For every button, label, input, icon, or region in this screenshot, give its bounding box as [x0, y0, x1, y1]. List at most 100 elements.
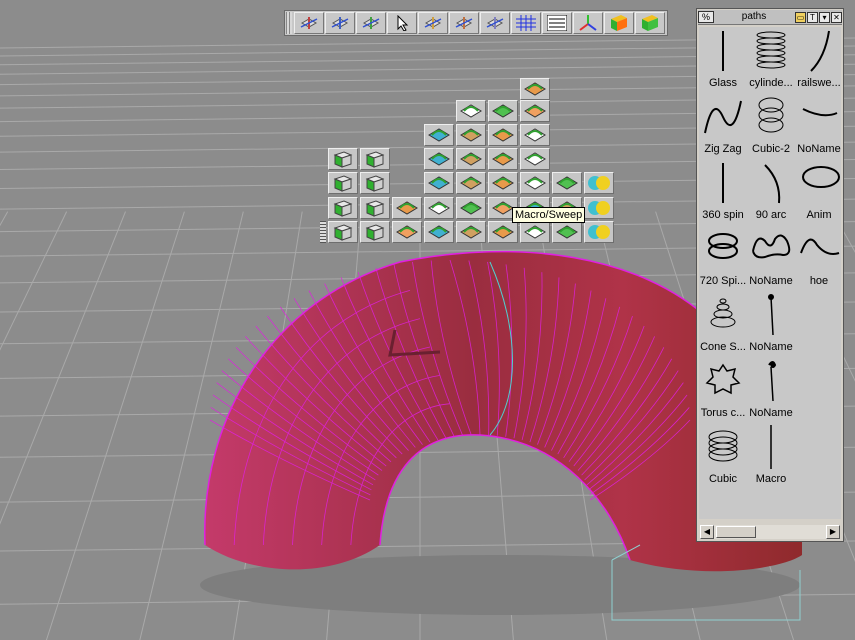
palette-tool-1-0-icon[interactable] [456, 100, 486, 122]
list-icon[interactable] [542, 12, 572, 34]
palette-tool-2-0-icon[interactable] [424, 124, 454, 146]
shaded-cube-icon[interactable] [604, 12, 634, 34]
palette-tool-0-0-icon[interactable] [520, 78, 550, 100]
horizontal-scrollbar[interactable]: ◀ ▶ [700, 525, 840, 539]
path-item[interactable]: Glass [699, 27, 747, 93]
transform-icon[interactable] [480, 12, 510, 34]
palette-tool-6-3-icon[interactable] [424, 221, 454, 243]
paths-titlebar[interactable]: % paths ▭ T ▾ ✕ [698, 10, 842, 25]
palette-tool-1-1-icon[interactable] [488, 100, 518, 122]
pick-object-icon[interactable] [418, 12, 448, 34]
palette-tool-4-4-icon[interactable] [488, 172, 518, 194]
path-item-label: NoName [797, 143, 841, 155]
palette-tool-6-6-icon[interactable] [520, 221, 550, 243]
palette-tool-5-4-icon[interactable] [456, 197, 486, 219]
path-item[interactable]: NoName [747, 357, 795, 423]
palette-grip[interactable] [320, 221, 326, 243]
path-item-label: Macro [755, 473, 787, 485]
palette-tool-6-8-icon[interactable] [584, 221, 614, 243]
palette-tool-6-7-icon[interactable] [552, 221, 582, 243]
path-item[interactable]: 360 spin [699, 159, 747, 225]
palette-tool-4-6-icon[interactable] [552, 172, 582, 194]
palette-tool-4-7-icon[interactable] [584, 172, 614, 194]
palette-tool-4-2-icon[interactable] [424, 172, 454, 194]
path-item[interactable]: NoName [747, 225, 795, 291]
palette-tool-2-1-icon[interactable] [456, 124, 486, 146]
torus-curve-icon [705, 363, 741, 395]
toolbar-grip[interactable] [286, 12, 292, 34]
palette-tool-1-2-icon[interactable] [520, 100, 550, 122]
path-item[interactable]: Macro [747, 423, 795, 489]
macro-line-icon [770, 425, 772, 469]
palette-tool-5-2-icon[interactable] [392, 197, 422, 219]
palette-tool-4-1-icon[interactable] [360, 172, 390, 194]
palette-tool-6-1-icon[interactable] [360, 221, 390, 243]
zigzag-path-icon [704, 100, 742, 134]
line-path-icon [722, 31, 724, 71]
path-item[interactable]: Anim [795, 159, 843, 225]
path-item-label: Zig Zag [704, 143, 742, 155]
paths-panel: % paths ▭ T ▾ ✕ Glass cylinde... railswe..… [696, 8, 844, 542]
scale-tool-icon[interactable] [356, 12, 386, 34]
pick-component-icon[interactable] [449, 12, 479, 34]
path-item[interactable]: 90 arc [747, 159, 795, 225]
select-arrow-icon[interactable] [387, 12, 417, 34]
path-item[interactable]: hoe [795, 225, 843, 291]
double-spiral-icon [708, 233, 738, 259]
palette-tool-5-3-icon[interactable] [424, 197, 454, 219]
cone-spiral-icon [710, 298, 736, 328]
palette-tool-6-4-icon[interactable] [456, 221, 486, 243]
path-item[interactable]: NoName [795, 93, 843, 159]
scroll-thumb[interactable] [716, 526, 756, 538]
palette-tool-3-5-icon[interactable] [520, 148, 550, 170]
scroll-right-icon[interactable]: ▶ [826, 525, 840, 539]
palette-tool-5-0-icon[interactable] [328, 197, 358, 219]
path-item[interactable]: cylinde... [747, 27, 795, 93]
path-item[interactable]: Cubic [699, 423, 747, 489]
wave-loop-icon [752, 234, 791, 259]
palette-tool-5-8-icon[interactable] [584, 197, 614, 219]
palette-tool-4-0-icon[interactable] [328, 172, 358, 194]
text-mode-icon[interactable]: T [807, 11, 818, 23]
panel-menu-icon[interactable]: % [698, 11, 714, 23]
palette-tool-2-3-icon[interactable] [520, 124, 550, 146]
palette-tool-3-3-icon[interactable] [456, 148, 486, 170]
scroll-left-icon[interactable]: ◀ [700, 525, 714, 539]
path-item-label: Anim [806, 209, 832, 221]
palette-tool-6-5-icon[interactable] [488, 221, 518, 243]
folder-icon[interactable]: ▭ [795, 11, 806, 23]
palette-tool-3-0-icon[interactable] [328, 148, 358, 170]
axis-icon[interactable] [573, 12, 603, 34]
path-item-label: 90 arc [755, 209, 787, 221]
palette-tool-3-2-icon[interactable] [424, 148, 454, 170]
path-item[interactable]: railswe... [795, 27, 843, 93]
arc-path-icon [764, 164, 781, 204]
palette-tool-5-1-icon[interactable] [360, 197, 390, 219]
hook-path-icon [802, 108, 838, 117]
rotate-tool-icon[interactable] [325, 12, 355, 34]
palette-tool-3-1-icon[interactable] [360, 148, 390, 170]
path-item[interactable]: Cubic-2 [747, 93, 795, 159]
palette-tool-4-5-icon[interactable] [520, 172, 550, 194]
path-item[interactable]: Torus c... [699, 357, 747, 423]
dock-icon[interactable]: ▾ [819, 11, 830, 23]
palette-tool-2-2-icon[interactable] [488, 124, 518, 146]
shaded-cube-2-icon[interactable] [635, 12, 665, 34]
palette-tool-4-3-icon[interactable] [456, 172, 486, 194]
grid-toggle-icon[interactable] [511, 12, 541, 34]
close-icon[interactable]: ✕ [831, 11, 842, 23]
pin-path-icon [768, 294, 774, 336]
palette-tool-3-4-icon[interactable] [488, 148, 518, 170]
paths-title: paths [741, 11, 767, 22]
path-item[interactable]: Cone S... [699, 291, 747, 357]
path-item[interactable]: Zig Zag [699, 93, 747, 159]
path-item[interactable]: NoName [747, 291, 795, 357]
coil-path-icon [756, 31, 786, 69]
path-item-label: Glass [708, 77, 738, 89]
path-item[interactable]: 720 Spi... [699, 225, 747, 291]
move-tool-icon[interactable] [294, 12, 324, 34]
palette-tool-6-2-icon[interactable] [392, 221, 422, 243]
ellipse-path-icon [802, 166, 840, 188]
path-item-label: Cone S... [700, 341, 746, 353]
palette-tool-6-0-icon[interactable] [328, 221, 358, 243]
